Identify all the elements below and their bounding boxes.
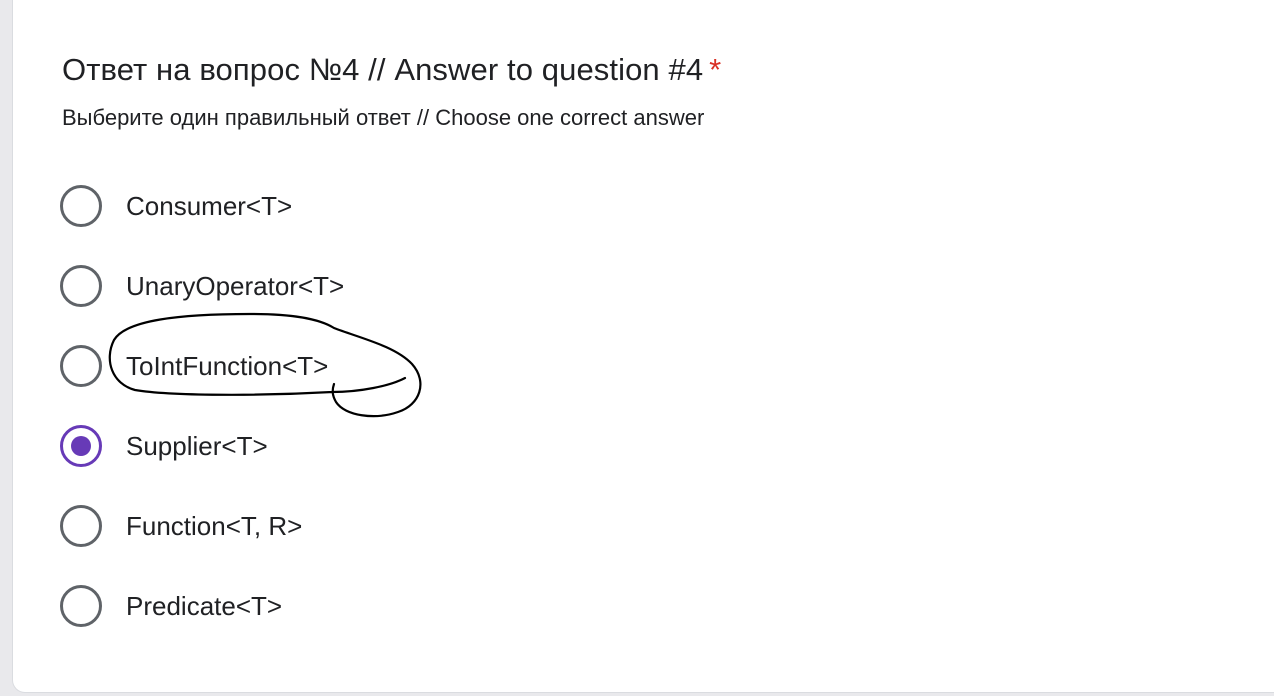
radio-selected-dot — [71, 436, 91, 456]
option-label: Predicate<T> — [126, 591, 283, 621]
option-function[interactable]: Function<T, R> — [60, 504, 302, 548]
question-title: Ответ на вопрос №4 // Answer to question… — [62, 50, 721, 90]
radio-button[interactable] — [60, 185, 102, 227]
option-label: Consumer<T> — [126, 191, 293, 221]
option-unaryoperator[interactable]: UnaryOperator<T> — [60, 264, 344, 308]
option-consumer[interactable]: Consumer<T> — [60, 184, 292, 228]
question-description: Выберите один правильный ответ // Choose… — [62, 105, 705, 130]
option-predicate[interactable]: Predicate<T> — [60, 584, 282, 628]
question-title-text: Ответ на вопрос №4 // Answer to question… — [62, 52, 704, 87]
radio-button-selected[interactable] — [60, 425, 102, 467]
option-tointfunction[interactable]: ToIntFunction<T> — [60, 344, 328, 388]
radio-button[interactable] — [60, 345, 102, 387]
option-label: ToIntFunction<T> — [126, 351, 329, 381]
required-asterisk: * — [709, 52, 722, 87]
option-label: Supplier<T> — [126, 431, 268, 461]
radio-button[interactable] — [60, 265, 102, 307]
radio-button[interactable] — [60, 585, 102, 627]
option-label: UnaryOperator<T> — [126, 271, 345, 301]
option-supplier[interactable]: Supplier<T> — [60, 424, 268, 468]
option-label: Function<T, R> — [126, 511, 303, 541]
radio-button[interactable] — [60, 505, 102, 547]
